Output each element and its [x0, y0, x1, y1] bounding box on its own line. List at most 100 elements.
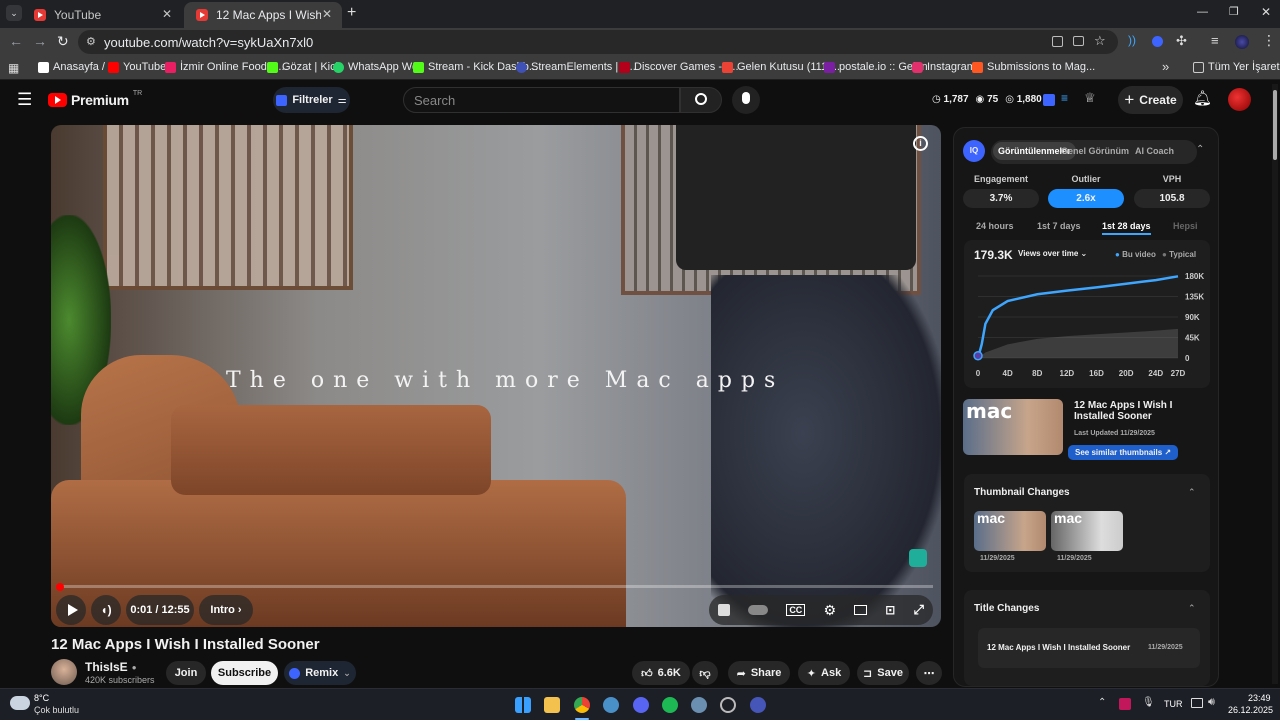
site-info-icon[interactable]: ⚙: [86, 35, 96, 48]
address-bar[interactable]: ⚙ youtube.com/watch?v=sykUaXn7xl0: [78, 30, 1118, 54]
channel-name[interactable]: ThisIsE ●: [85, 660, 137, 674]
discord-icon[interactable]: [633, 697, 649, 713]
obs-icon[interactable]: [720, 697, 736, 713]
collapse-title-changes-icon[interactable]: ⌃: [1188, 603, 1196, 614]
microphone-tray-icon[interactable]: 🎙︎: [1142, 697, 1155, 708]
input-language[interactable]: TUR: [1164, 699, 1183, 709]
range-all[interactable]: Hepsi: [1173, 221, 1198, 231]
close-tab-icon[interactable]: ✕: [162, 7, 172, 21]
bookmark-whatsapp[interactable]: WhatsApp Web: [333, 61, 424, 73]
bookmark-x[interactable]: Anasayfa / X: [38, 61, 115, 73]
weather-desc[interactable]: Çok bulutlu: [34, 705, 79, 715]
new-tab-button[interactable]: +: [347, 4, 356, 22]
more-actions-button[interactable]: ⋯: [916, 661, 942, 685]
captions-icon[interactable]: CC: [786, 604, 806, 616]
close-window-button[interactable]: ✕: [1261, 5, 1271, 19]
range-7-days[interactable]: 1st 7 days: [1037, 221, 1081, 231]
range-28-days[interactable]: 1st 28 days: [1102, 221, 1151, 235]
thumbnail-change-item[interactable]: mac: [1051, 510, 1123, 551]
volume-button[interactable]: ◖): [91, 595, 121, 625]
windows-start-icon[interactable]: [515, 697, 531, 713]
all-bookmarks-folder[interactable]: Tüm Yer İşaretleri: [1193, 61, 1280, 73]
bookmark-kick[interactable]: Gözat | Kick: [267, 61, 341, 73]
hamburger-menu-icon[interactable]: ☰: [17, 90, 32, 110]
trophy-icon[interactable]: ♕: [1084, 90, 1096, 106]
miniplayer-icon[interactable]: [854, 605, 868, 615]
steam-icon[interactable]: [691, 697, 707, 713]
join-button[interactable]: Join: [166, 661, 206, 685]
progress-scrubber[interactable]: [56, 583, 64, 591]
chrome-icon[interactable]: [574, 697, 590, 713]
minimize-button[interactable]: —: [1197, 6, 1208, 18]
bookmarks-overflow-icon[interactable]: »: [1162, 59, 1169, 74]
dislike-button[interactable]: 👎︎: [692, 661, 718, 685]
install-icon[interactable]: [1073, 36, 1084, 46]
tray-app-icon[interactable]: [1119, 698, 1131, 710]
page-scrollbar[interactable]: [1272, 84, 1278, 684]
thumbnail-change-item[interactable]: mac: [974, 510, 1046, 551]
video-thumbnail[interactable]: mac: [963, 399, 1063, 455]
close-tab-icon[interactable]: ✕: [322, 7, 332, 21]
chapter-button[interactable]: Intro ›: [199, 595, 253, 625]
account-avatar[interactable]: [1228, 88, 1251, 111]
extensions-puzzle-icon[interactable]: ✣: [1176, 33, 1187, 49]
panel-tab-ai-coach[interactable]: AI Coach: [1135, 146, 1174, 156]
channel-avatar[interactable]: [51, 659, 77, 685]
search-input[interactable]: Search: [403, 87, 680, 113]
bookmark-gmail[interactable]: Gelen Kutusu (111)...: [722, 61, 840, 73]
network-icon[interactable]: [1191, 698, 1203, 708]
panel-tab-overview[interactable]: Genel Görünüm: [1061, 146, 1129, 156]
bookmark-submissions[interactable]: Submissions to Mag...: [972, 61, 1095, 73]
back-icon[interactable]: ←: [9, 33, 23, 49]
tab-youtube[interactable]: YouTube ✕: [22, 2, 182, 28]
maximize-button[interactable]: ❐: [1229, 5, 1239, 18]
create-button[interactable]: + Create: [1118, 86, 1183, 114]
bookmark-star-icon[interactable]: ☆: [1094, 33, 1106, 49]
volume-tray-icon[interactable]: 🔊︎: [1208, 696, 1215, 709]
progress-bar[interactable]: [59, 585, 933, 588]
play-button[interactable]: [56, 595, 86, 625]
save-button[interactable]: ⊐ Save: [857, 661, 909, 685]
remix-button[interactable]: Remix ⌄: [284, 661, 356, 685]
voice-search-button[interactable]: [732, 86, 760, 114]
file-explorer-icon[interactable]: [544, 697, 560, 713]
fullscreen-icon[interactable]: ⤢: [913, 602, 923, 618]
spotify-icon[interactable]: [662, 697, 678, 713]
vpn-app-icon[interactable]: [603, 697, 619, 713]
media-app-icon[interactable]: [750, 697, 766, 713]
tab-search-button[interactable]: ⌄: [6, 5, 22, 21]
weather-cloud-icon[interactable]: [10, 696, 30, 710]
bookmark-youtube[interactable]: YouTube: [108, 61, 166, 73]
range-24-hours[interactable]: 24 hours: [976, 221, 1014, 231]
ask-button[interactable]: ✦ Ask: [798, 661, 850, 685]
reload-icon[interactable]: ↻: [57, 33, 69, 50]
collapse-thumbnail-changes-icon[interactable]: ⌃: [1188, 487, 1196, 498]
like-button[interactable]: 👍︎ 6.6K: [632, 661, 690, 685]
views-mode-dropdown[interactable]: Views over time ⌄: [1018, 249, 1087, 258]
subscribe-button[interactable]: Subscribe: [211, 661, 278, 685]
clock-time[interactable]: 23:49: [1248, 693, 1271, 703]
video-info-icon[interactable]: i: [913, 136, 928, 151]
autoplay-toggle[interactable]: [748, 605, 769, 615]
notifications-bell-icon[interactable]: 🔔︎: [1193, 89, 1212, 107]
vidiq-player-icon[interactable]: [718, 604, 731, 616]
translate-icon[interactable]: [1052, 36, 1063, 47]
forward-icon[interactable]: →: [33, 33, 47, 49]
share-button[interactable]: ➦ Share: [728, 661, 790, 685]
cast-icon[interactable]: ⊡: [885, 603, 895, 617]
youtube-premium-logo[interactable]: Premium TR: [48, 90, 142, 108]
vidiq-dashboard-icon[interactable]: [1043, 94, 1055, 106]
bookmark-instagram[interactable]: Instagram: [912, 61, 976, 73]
extension-wave-icon[interactable]: )): [1128, 33, 1136, 47]
vidiq-list-icon[interactable]: ≡: [1061, 91, 1068, 105]
tab-video[interactable]: 12 Mac Apps I Wish I Installed ✕: [184, 2, 342, 28]
tray-overflow-icon[interactable]: ⌃: [1098, 697, 1106, 708]
apps-grid-icon[interactable]: ▦: [8, 61, 19, 75]
reading-list-icon[interactable]: ≡: [1211, 33, 1219, 48]
extension-vidiq-icon[interactable]: [1152, 36, 1163, 47]
settings-gear-icon[interactable]: ⚙: [823, 602, 836, 619]
weather-temp[interactable]: 8°C: [34, 693, 49, 703]
bookmark-streamelements[interactable]: StreamElements | T...: [516, 61, 636, 73]
browser-menu-icon[interactable]: ⋮: [1262, 32, 1276, 49]
see-similar-thumbnails-button[interactable]: See similar thumbnails ↗: [1068, 445, 1179, 460]
